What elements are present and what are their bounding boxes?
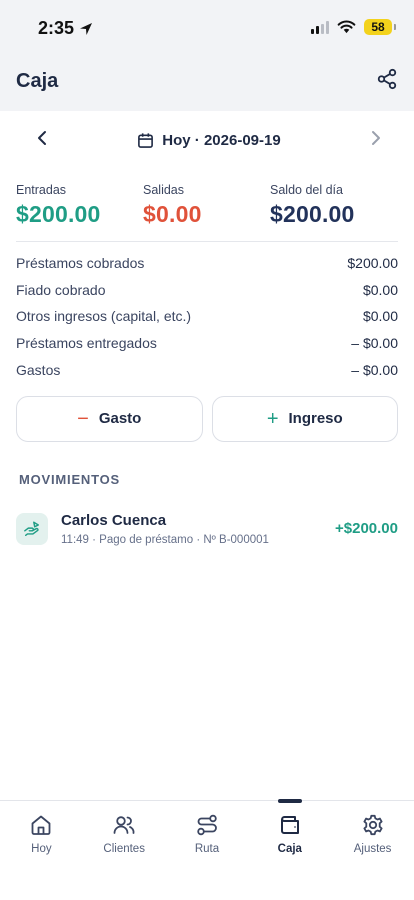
home-icon: [31, 815, 51, 835]
wallet-icon: [280, 816, 299, 834]
previous-day-button[interactable]: [34, 130, 50, 151]
plus-icon: +: [266, 407, 279, 430]
breakdown-label: Fiado cobrado: [16, 281, 106, 298]
breakdown-label: Otros ingresos (capital, etc.): [16, 308, 192, 325]
next-day-button[interactable]: [368, 130, 384, 151]
entradas-value: $200.00: [16, 201, 101, 227]
entradas-label: Entradas: [16, 183, 67, 197]
gear-icon: [363, 814, 383, 836]
minus-icon: −: [77, 407, 89, 430]
add-gasto-button[interactable]: − Gasto: [16, 395, 203, 442]
breakdown-value: $0.00: [362, 281, 398, 298]
breakdown-label: Préstamos cobrados: [16, 255, 145, 272]
status-time: 2:35: [38, 18, 75, 38]
location-arrow-icon: [80, 22, 93, 35]
breakdown-value: $200.00: [347, 255, 398, 272]
bottom-tab-bar: Hoy Clientes Ruta Caja Ajustes: [0, 799, 414, 900]
tab-label: Ruta: [194, 843, 220, 855]
movement-text: Carlos Cuenca 11:49 · Pago de préstamo ·…: [61, 512, 335, 546]
salidas-label: Salidas: [143, 183, 184, 197]
users-icon: [113, 816, 135, 834]
tab-clientes[interactable]: Clientes: [83, 801, 166, 900]
ingreso-button-label: Ingreso: [288, 410, 343, 428]
saldo-summary: Saldo del día $200.00: [270, 183, 355, 241]
movement-amount: +$200.00: [335, 520, 398, 538]
breakdown-row-fiado-cobrado: Fiado cobrado $0.00: [16, 277, 398, 304]
breakdown-value: – $0.00: [351, 335, 398, 352]
breakdown-row-otros-ingresos: Otros ingresos (capital, etc.) $0.00: [16, 303, 398, 330]
movement-detail: 11:49 · Pago de préstamo · Nº B-000001: [61, 533, 269, 546]
movimientos-heading: MOVIMIENTOS: [19, 471, 121, 487]
tab-ruta[interactable]: Ruta: [166, 801, 249, 900]
add-ingreso-button[interactable]: + Ingreso: [211, 395, 398, 442]
share-icon: [377, 68, 397, 89]
share-button[interactable]: [376, 68, 398, 95]
payment-received-icon: [16, 512, 48, 545]
page-title: Caja: [16, 69, 59, 92]
date-navigator: Hoy · 2026-09-19: [0, 111, 414, 169]
date-label: Hoy · 2026-09-19: [162, 131, 281, 149]
calendar-icon: [138, 132, 154, 148]
tab-label: Clientes: [103, 843, 145, 855]
top-area: 2:35 58 Caja: [0, 0, 414, 111]
route-icon: [197, 814, 217, 836]
status-bar: 2:35 58: [0, 0, 414, 56]
salidas-value: $0.00: [143, 201, 202, 227]
entradas-summary: Entradas $200.00: [16, 183, 143, 241]
tab-label: Hoy: [31, 843, 52, 855]
gasto-button-label: Gasto: [98, 410, 142, 428]
breakdown-row-prestamos-cobrados: Préstamos cobrados $200.00: [16, 250, 398, 277]
app-header: Caja: [16, 66, 398, 96]
tab-label: Caja: [277, 843, 302, 855]
list-item[interactable]: Carlos Cuenca 11:49 · Pago de préstamo ·…: [0, 509, 414, 549]
breakdown-value: $0.00: [362, 308, 398, 325]
battery-indicator: 58: [364, 19, 396, 35]
breakdown-label: Gastos: [16, 361, 61, 378]
breakdown-list: Préstamos cobrados $200.00 Fiado cobrado…: [0, 242, 414, 383]
status-indicators: 58: [311, 19, 396, 35]
cellular-signal-icon: [311, 20, 329, 34]
status-clock: 2:35: [38, 18, 94, 39]
tab-label: Ajustes: [353, 843, 392, 855]
tab-caja[interactable]: Caja: [248, 799, 331, 900]
movement-client-name: Carlos Cuenca: [61, 511, 167, 529]
breakdown-row-prestamos-entregados: Préstamos entregados – $0.00: [16, 330, 398, 357]
chevron-left-icon: [38, 130, 46, 145]
tab-hoy[interactable]: Hoy: [0, 801, 83, 900]
salidas-summary: Salidas $0.00: [143, 183, 270, 241]
daily-summary: Entradas $200.00 Salidas $0.00 Saldo del…: [0, 169, 414, 241]
cash-actions: − Gasto + Ingreso: [0, 395, 414, 442]
wifi-icon: [337, 20, 356, 34]
saldo-value: $200.00: [270, 201, 355, 227]
saldo-label: Saldo del día: [270, 183, 343, 197]
date-selector[interactable]: Hoy · 2026-09-19: [137, 131, 281, 149]
chevron-right-icon: [372, 130, 380, 145]
breakdown-row-gastos: Gastos – $0.00: [16, 356, 398, 383]
breakdown-label: Préstamos entregados: [16, 335, 157, 352]
breakdown-value: – $0.00: [351, 361, 398, 378]
tab-ajustes[interactable]: Ajustes: [331, 801, 414, 900]
